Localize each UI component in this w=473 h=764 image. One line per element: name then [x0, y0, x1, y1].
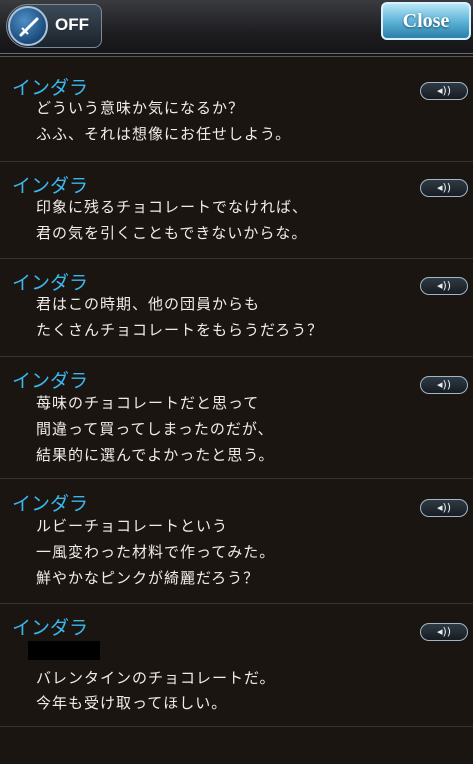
voice-play-button[interactable]: ◂)) [420, 179, 468, 197]
message-line: 鮮やかなピンクが綺麗だろう？ [36, 569, 260, 587]
speaker-icon: ◂)) [436, 625, 452, 638]
message-item: インダラ ルビーチョコレートという 一風変わった材料で作ってみた。 鮮やかなピン… [0, 489, 473, 604]
speaker-name: インダラ [12, 77, 89, 99]
speaker-name: インダラ [12, 272, 89, 294]
top-bar: OFF Close [0, 0, 473, 57]
message-line: たくさんチョコレートをもらうだろう？ [36, 321, 324, 339]
sword-icon [8, 6, 48, 46]
message-line: 印象に残るチョコレートでなければ、 [36, 198, 309, 216]
message-line: 結果的に選んでよかったと思う。 [36, 446, 275, 464]
message-item: インダラ 印象に残るチョコレートでなければ、 君の気を引くこともできないからな。… [0, 171, 473, 259]
voice-play-button[interactable]: ◂)) [420, 376, 468, 394]
speaker-icon: ◂)) [436, 181, 452, 194]
auto-mode-toggle[interactable]: OFF [6, 4, 102, 48]
message-line: 苺味のチョコレートだと思って [36, 394, 260, 412]
message-line: 間違って買ってしまったのだが、 [36, 420, 274, 438]
message-line: 君の気を引くこともできないからな。 [36, 224, 308, 242]
speaker-icon: ◂)) [436, 279, 452, 292]
message-item: インダラ バレンタインのチョコレートだ。 今年も受け取ってほしい。 ◂)) [0, 613, 473, 727]
voice-play-button[interactable]: ◂)) [420, 499, 468, 517]
message-line: 今年も受け取ってほしい。 [36, 694, 228, 712]
speaker-name: インダラ [12, 175, 89, 197]
voice-play-button[interactable]: ◂)) [420, 82, 468, 100]
speaker-icon: ◂)) [436, 501, 452, 514]
message-line: 一風変わった材料で作ってみた。 [36, 543, 276, 561]
speaker-icon: ◂)) [436, 378, 452, 391]
speaker-icon: ◂)) [436, 84, 452, 97]
message-item: インダラ 君はこの時期、他の団員からも たくさんチョコレートをもらうだろう？ ◂… [0, 268, 473, 357]
redacted-block [28, 641, 100, 660]
speaker-name: インダラ [12, 493, 89, 515]
message-line: 君はこの時期、他の団員からも [36, 295, 261, 313]
message-line: ルビーチョコレートという [36, 517, 229, 535]
toggle-label: OFF [55, 15, 89, 34]
message-line: ふふ、それは想像にお任せしよう。 [36, 125, 292, 143]
message-line: バレンタインのチョコレートだ。 [36, 669, 276, 687]
close-button[interactable]: Close [381, 2, 471, 40]
speaker-name: インダラ [12, 370, 89, 392]
message-item: インダラ どういう意味か気になるか？ ふふ、それは想像にお任せしよう。 ◂)) [0, 73, 473, 162]
voice-play-button[interactable]: ◂)) [420, 623, 468, 641]
voice-play-button[interactable]: ◂)) [420, 277, 468, 295]
message-line: どういう意味か気になるか？ [36, 99, 245, 117]
speaker-name: インダラ [12, 617, 89, 639]
message-item: インダラ 苺味のチョコレートだと思って 間違って買ってしまったのだが、 結果的に… [0, 366, 473, 479]
